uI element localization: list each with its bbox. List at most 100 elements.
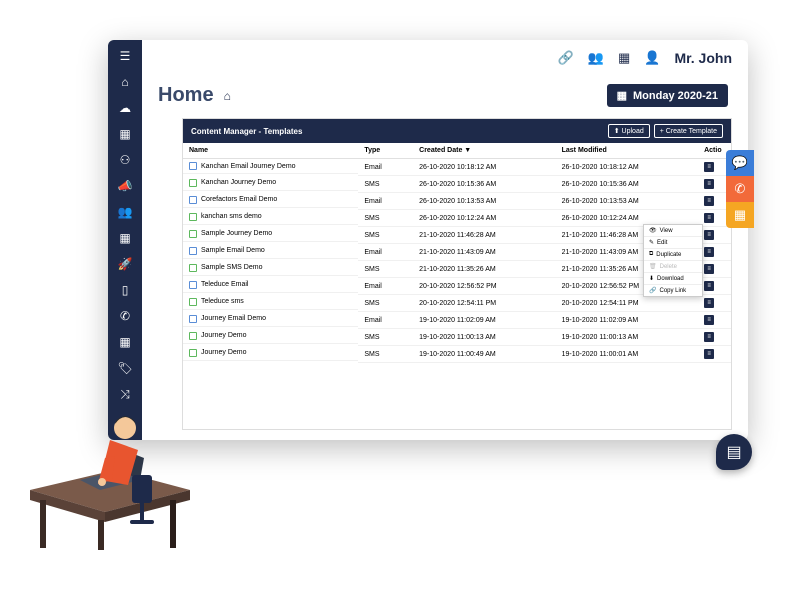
chat-bubble-icon: [189, 298, 197, 306]
row-modified: 26-10-2020 10:13:53 AM: [556, 193, 698, 210]
phone-icon[interactable]: ✆: [117, 308, 133, 324]
cloud-icon[interactable]: ☁: [117, 100, 133, 116]
table-row[interactable]: Journey DemoSMS19-10-2020 11:00:49 AM19-…: [183, 346, 731, 363]
row-type: SMS: [358, 227, 413, 244]
table-row[interactable]: Teleduce smsSMS20-10-2020 12:54:11 PM20-…: [183, 295, 731, 312]
row-name: Sample Email Demo: [201, 247, 265, 254]
chat-fab[interactable]: ▤: [716, 434, 752, 470]
table-row[interactable]: Journey Email DemoEmail19-10-2020 11:02:…: [183, 312, 731, 329]
row-action-button[interactable]: ≡: [704, 264, 714, 274]
row-type: SMS: [358, 176, 413, 193]
table-row[interactable]: Kanchan Email Journey DemoEmail26-10-202…: [183, 159, 731, 176]
menu-duplicate[interactable]: ⧉Duplicate: [644, 249, 702, 261]
row-action-button[interactable]: ≡: [704, 315, 714, 325]
col-name[interactable]: Name: [183, 143, 358, 159]
row-name: Sample Journey Demo: [201, 230, 272, 237]
row-action-button[interactable]: ≡: [704, 179, 714, 189]
row-created: 20-10-2020 12:56:52 PM: [413, 278, 555, 295]
panel-header: Content Manager - Templates ⬆ Upload + C…: [183, 119, 731, 143]
quick-action-tabs: 💬 ✆ ▦: [726, 150, 754, 228]
link-icon[interactable]: 🔗: [558, 50, 574, 66]
table-row[interactable]: Kanchan Journey DemoSMS26-10-2020 10:15:…: [183, 176, 731, 193]
row-action-button[interactable]: ≡: [704, 281, 714, 291]
download-icon: ⬇: [649, 275, 654, 282]
quick-grid-tab[interactable]: ▦: [726, 202, 754, 228]
breadcrumb: Home ⌂: [158, 84, 231, 107]
create-template-button[interactable]: + Create Template: [654, 124, 723, 138]
row-type: SMS: [358, 329, 413, 346]
hierarchy-icon[interactable]: ⚇: [117, 152, 133, 168]
menu-edit[interactable]: ✎Edit: [644, 237, 702, 249]
apps-icon[interactable]: ▦: [117, 334, 133, 350]
row-modified: 19-10-2020 11:00:13 AM: [556, 329, 698, 346]
row-created: 26-10-2020 10:13:53 AM: [413, 193, 555, 210]
menu-download[interactable]: ⬇Download: [644, 273, 702, 285]
row-created: 26-10-2020 10:12:24 AM: [413, 210, 555, 227]
link-small-icon: 🔗: [649, 287, 656, 294]
row-created: 21-10-2020 11:35:26 AM: [413, 261, 555, 278]
chat-bubble-icon: [189, 213, 197, 221]
row-created: 26-10-2020 10:18:12 AM: [413, 159, 555, 176]
chat-icon: ▤: [726, 442, 741, 462]
row-created: 20-10-2020 12:54:11 PM: [413, 295, 555, 312]
row-type: SMS: [358, 261, 413, 278]
copy-icon: ⧉: [649, 251, 653, 258]
calendar-icon[interactable]: ▦: [117, 126, 133, 142]
row-action-button[interactable]: ≡: [704, 230, 714, 240]
row-action-button[interactable]: ≡: [704, 349, 714, 359]
apps-grid-icon[interactable]: ▦: [618, 50, 630, 66]
home-icon[interactable]: ⌂: [117, 74, 133, 90]
row-action-button[interactable]: ≡: [704, 298, 714, 308]
row-created: 19-10-2020 11:00:13 AM: [413, 329, 555, 346]
row-created: 19-10-2020 11:02:09 AM: [413, 312, 555, 329]
topbar: 🔗 👥 ▦ 👤 Mr. John: [142, 40, 748, 76]
row-name: Journey Demo: [201, 349, 247, 356]
quick-call-tab[interactable]: ✆: [726, 176, 754, 202]
row-modified: 26-10-2020 10:15:36 AM: [556, 176, 698, 193]
table-row[interactable]: Corefactors Email DemoEmail26-10-2020 10…: [183, 193, 731, 210]
row-modified: 26-10-2020 10:18:12 AM: [556, 159, 698, 176]
rocket-icon[interactable]: 🚀: [117, 256, 133, 272]
mobile-icon[interactable]: ▯: [117, 282, 133, 298]
row-name: Journey Email Demo: [201, 315, 266, 322]
table-row[interactable]: Journey DemoSMS19-10-2020 11:00:13 AM19-…: [183, 329, 731, 346]
row-action-button[interactable]: ≡: [704, 196, 714, 206]
trash-icon: 🗑: [649, 263, 657, 270]
chat-bubble-icon: [189, 179, 197, 187]
user-name-label[interactable]: Mr. John: [674, 50, 732, 66]
tag-icon[interactable]: 🏷: [117, 360, 133, 376]
menu-delete: 🗑Delete: [644, 261, 702, 273]
row-created: 26-10-2020 10:15:36 AM: [413, 176, 555, 193]
megaphone-icon[interactable]: 📣: [117, 178, 133, 194]
group-icon[interactable]: 👥: [588, 50, 604, 66]
panel-title: Content Manager - Templates: [191, 127, 302, 136]
grid-icon[interactable]: ▦: [117, 230, 133, 246]
date-badge-label: Monday 2020-21: [633, 90, 718, 102]
row-type: Email: [358, 312, 413, 329]
col-modified[interactable]: Last Modified: [556, 143, 698, 159]
row-name: kanchan sms demo: [201, 213, 262, 220]
menu-view[interactable]: 👁View: [644, 225, 702, 237]
row-modified: 19-10-2020 11:02:09 AM: [556, 312, 698, 329]
date-badge[interactable]: ▦ Monday 2020-21: [607, 84, 728, 107]
row-action-button[interactable]: ≡: [704, 213, 714, 223]
col-type[interactable]: Type: [358, 143, 413, 159]
breadcrumb-home-icon[interactable]: ⌂: [224, 89, 231, 103]
row-action-button[interactable]: ≡: [704, 162, 714, 172]
row-type: SMS: [358, 346, 413, 363]
row-type: Email: [358, 278, 413, 295]
upload-button[interactable]: ⬆ Upload: [608, 124, 650, 138]
row-name: Teleduce Email: [201, 281, 248, 288]
quick-chat-tab[interactable]: 💬: [726, 150, 754, 176]
menu-copy-link[interactable]: 🔗Copy Link: [644, 285, 702, 296]
row-name: Sample SMS Demo: [201, 264, 262, 271]
row-name: Corefactors Email Demo: [201, 196, 277, 203]
chat-bubble-icon: [189, 349, 197, 357]
user-icon[interactable]: 👤: [644, 50, 660, 66]
col-created[interactable]: Created Date ▼: [413, 143, 555, 159]
users-icon[interactable]: 👥: [117, 204, 133, 220]
row-action-button[interactable]: ≡: [704, 247, 714, 257]
menu-icon[interactable]: ☰: [117, 48, 133, 64]
row-action-button[interactable]: ≡: [704, 332, 714, 342]
row-modified: 19-10-2020 11:00:01 AM: [556, 346, 698, 363]
